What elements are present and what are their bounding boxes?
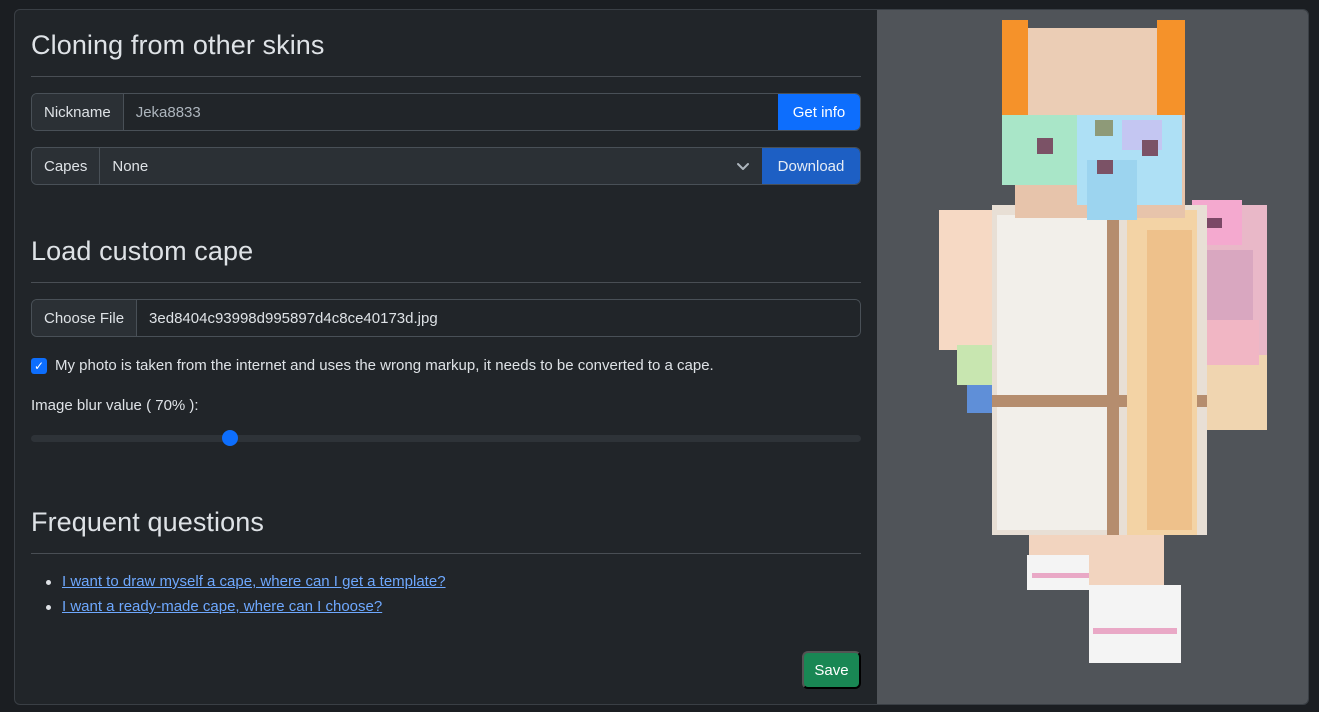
faq-link-ready-made[interactable]: I want a ready-made cape, where can I ch… xyxy=(62,598,382,615)
capes-selected-value: None xyxy=(112,157,149,175)
capes-input-group: Capes None Download xyxy=(31,147,861,185)
nickname-input[interactable]: Jeka8833 xyxy=(123,94,778,130)
get-info-button[interactable]: Get info xyxy=(778,94,860,130)
file-name: 3ed8404c93998d995897d4c8ce40173d.jpg xyxy=(137,300,860,336)
chevron-down-icon xyxy=(737,163,749,170)
clone-heading: Cloning from other skins xyxy=(31,30,325,60)
faq-heading: Frequent questions xyxy=(31,507,264,537)
download-button[interactable]: Download xyxy=(762,148,860,184)
choose-file-button[interactable]: Choose File xyxy=(32,300,138,336)
faq-link-template[interactable]: I want to draw myself a cape, where can … xyxy=(62,573,446,590)
editor-card: Cloning from other skins Nickname Jeka88… xyxy=(14,9,1309,705)
skin-preview-panel[interactable] xyxy=(877,10,1308,704)
save-button[interactable]: Save xyxy=(802,651,861,689)
slider-track[interactable] xyxy=(31,435,861,442)
nickname-label: Nickname xyxy=(32,94,124,130)
faq-list: I want to draw myself a cape, where can … xyxy=(45,572,446,622)
skin-preview-image xyxy=(939,20,1267,663)
divider xyxy=(31,76,861,77)
blur-label: Image blur value ( 70% ): xyxy=(31,397,199,414)
capes-select[interactable]: None xyxy=(100,148,762,184)
divider xyxy=(31,282,861,283)
list-item: I want to draw myself a cape, where can … xyxy=(45,572,446,597)
blur-slider[interactable] xyxy=(31,430,861,446)
convert-checkbox-row[interactable]: ✓ My photo is taken from the internet an… xyxy=(31,357,714,374)
form-panel: Cloning from other skins Nickname Jeka88… xyxy=(15,10,877,704)
list-item: I want a ready-made cape, where can I ch… xyxy=(45,597,446,622)
divider xyxy=(31,553,861,554)
custom-cape-heading: Load custom cape xyxy=(31,236,254,266)
capes-label: Capes xyxy=(32,148,101,184)
slider-thumb[interactable] xyxy=(222,430,239,446)
convert-checkbox-label: My photo is taken from the internet and … xyxy=(55,357,714,374)
file-input-group[interactable]: Choose File 3ed8404c93998d995897d4c8ce40… xyxy=(31,299,861,337)
convert-checkbox[interactable]: ✓ xyxy=(31,357,47,374)
nickname-input-group: Nickname Jeka8833 Get info xyxy=(31,93,861,131)
